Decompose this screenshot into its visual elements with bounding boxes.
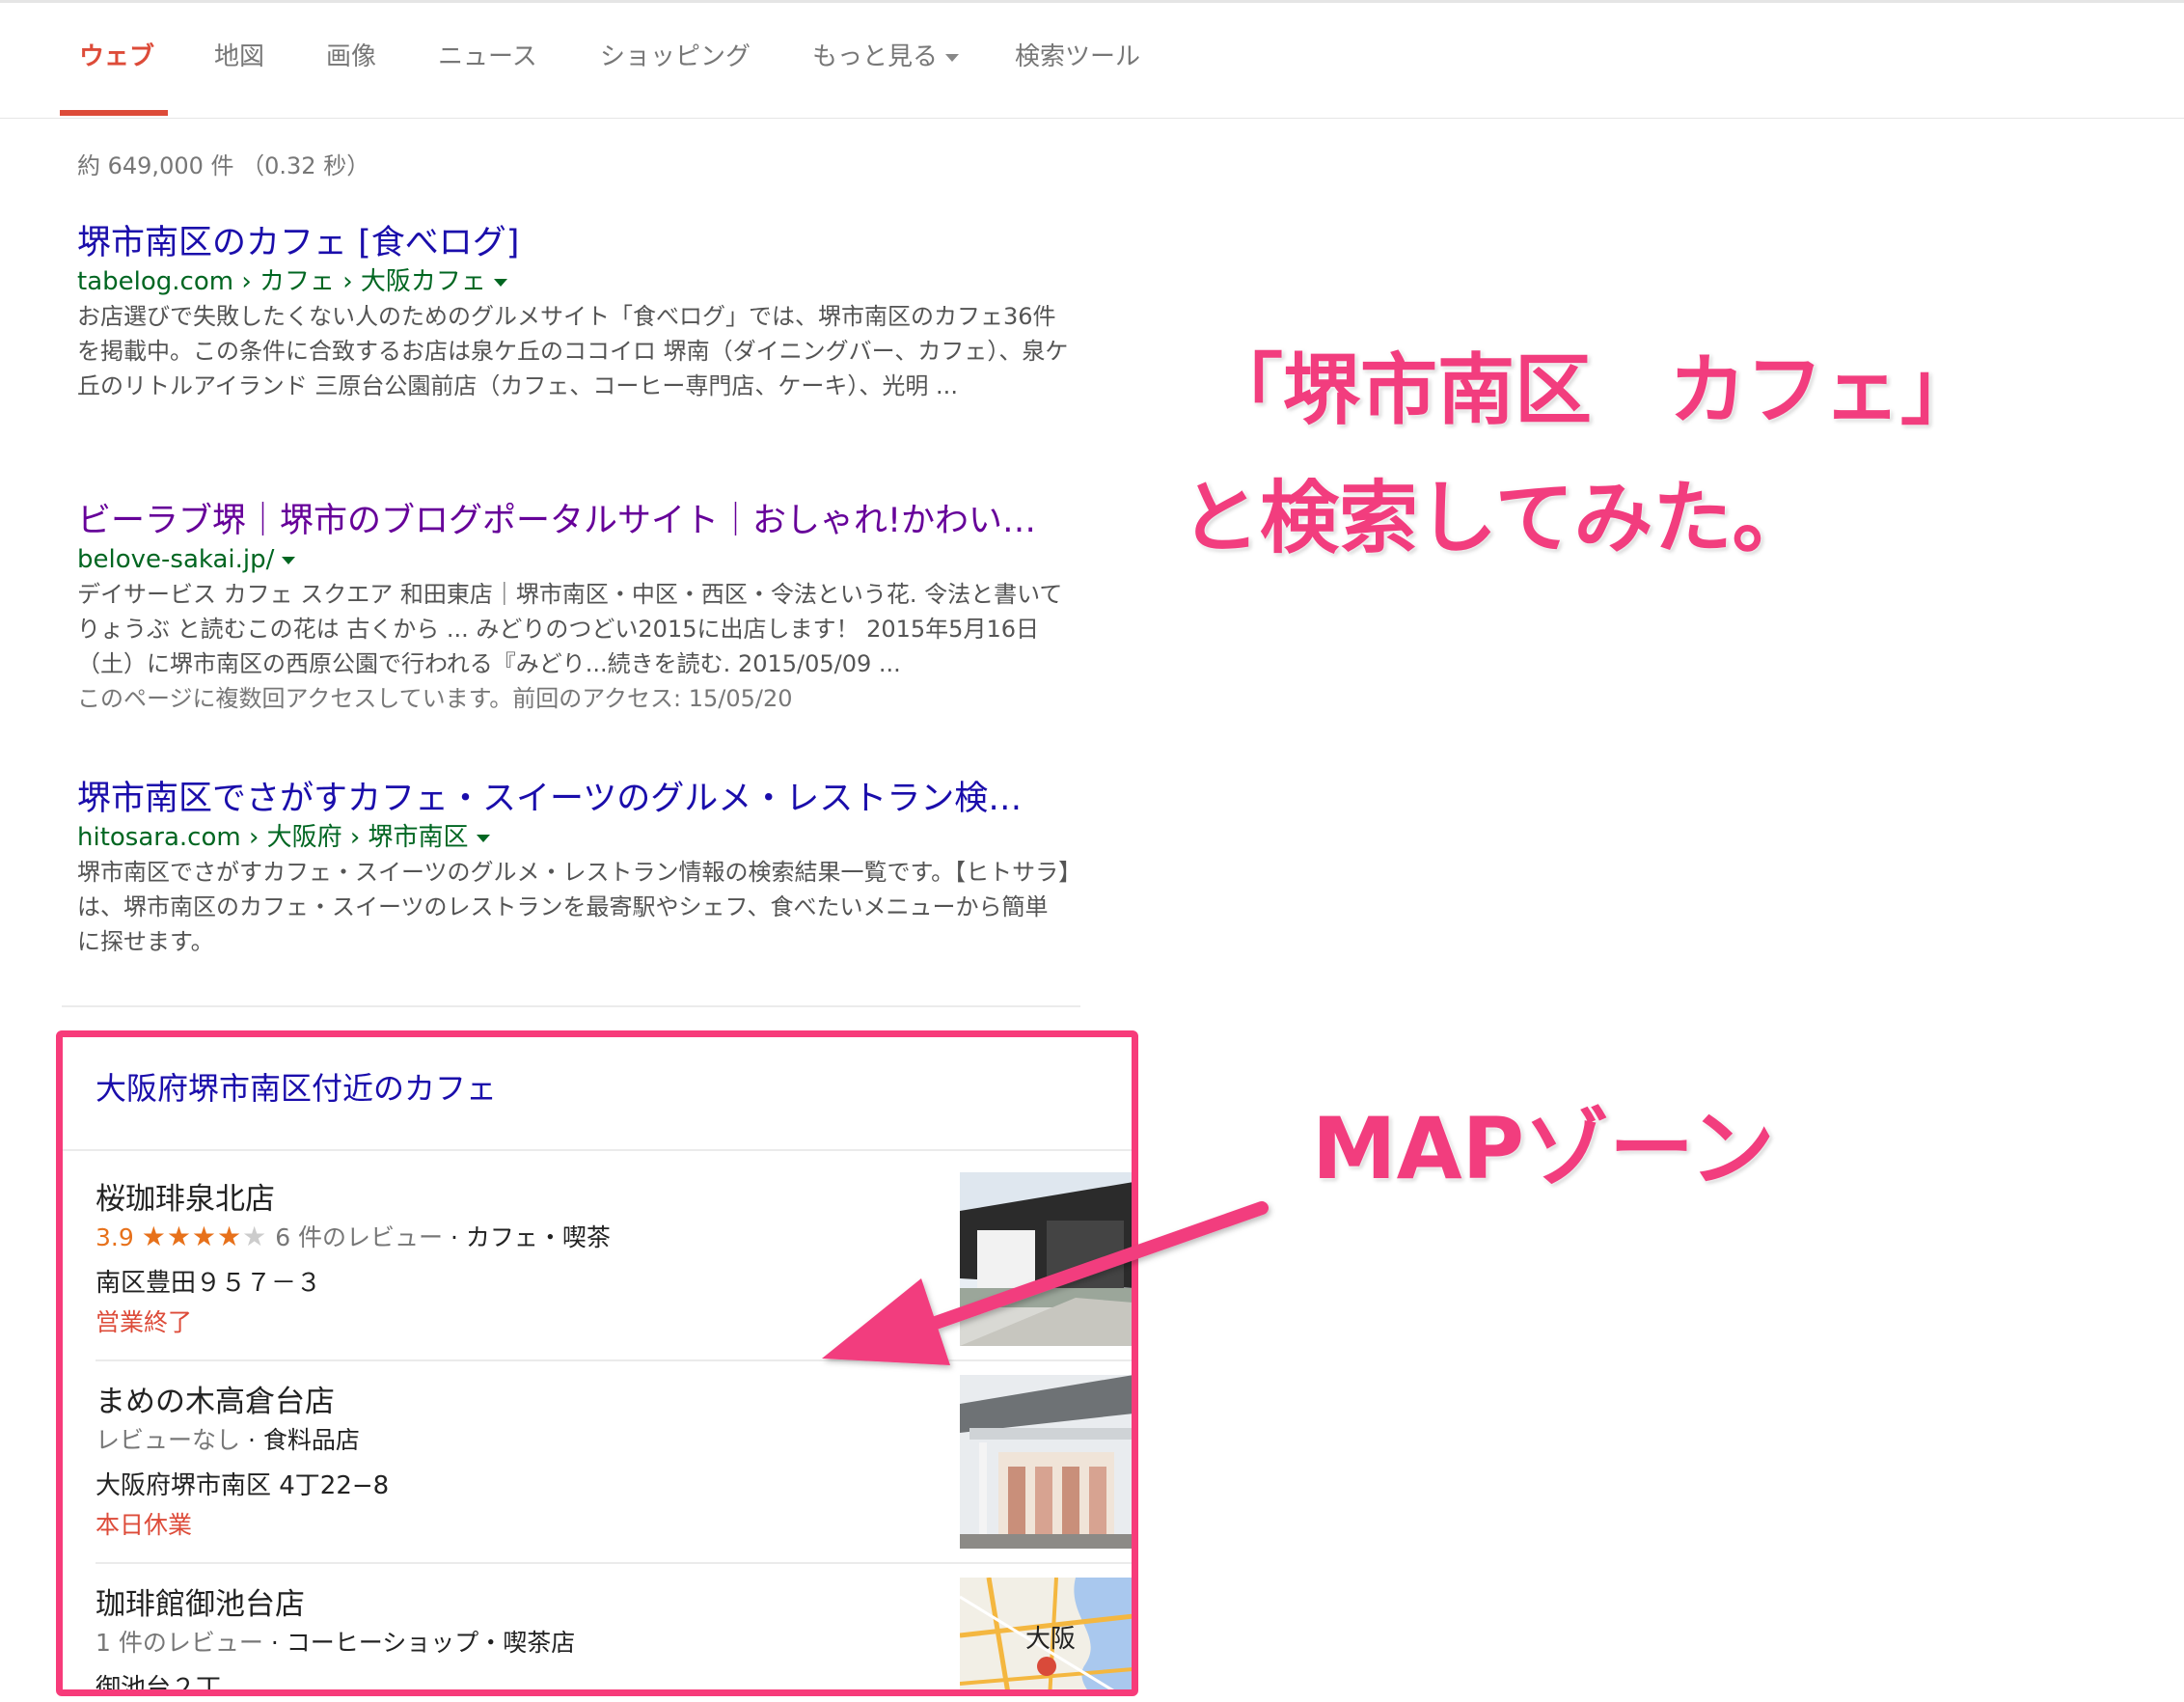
result-title-link[interactable]: 堺市南区でさがすカフェ・スイーツのグルメ・レストラン検… xyxy=(77,778,1071,820)
place-reviews[interactable]: 6 件のレビュー xyxy=(275,1223,443,1251)
place-reviews: レビューなし xyxy=(96,1426,241,1454)
place-meta: 3.9 ★★★★★ 6 件のレビュー · カフェ・喫茶 xyxy=(96,1219,611,1253)
result-url-text: hitosara.com › 大阪府 › 堺市南区 xyxy=(77,823,469,852)
annotation-search-query: 「堺市南区 カフェ」 xyxy=(1206,345,1978,435)
tab-news[interactable]: ニュース xyxy=(438,37,537,72)
tab-more-label: もっと見る xyxy=(812,42,939,71)
place-name[interactable]: 珈琲館御池台店 xyxy=(96,1579,305,1623)
annotation-map-zone: MAPゾーン xyxy=(1312,1099,1775,1198)
place-name[interactable]: まめの木高倉台店 xyxy=(96,1377,335,1420)
search-result: 堺市南区のカフェ [食べログ] tabelog.com › カフェ › 大阪カフ… xyxy=(77,222,1071,403)
place-reviews[interactable]: 1 件のレビュー xyxy=(96,1629,263,1657)
local-place[interactable]: 桜珈琲泉北店 3.9 ★★★★★ 6 件のレビュー · カフェ・喫茶 南区豊田９… xyxy=(96,1161,1132,1361)
search-result: ビーラブ堺｜堺市のブログポータルサイト｜おしゃれ!かわい… belove-sak… xyxy=(77,500,1071,716)
place-map-thumbnail[interactable]: 大阪 xyxy=(960,1578,1132,1689)
stars-empty: ★ xyxy=(242,1221,268,1252)
result-url-text: tabelog.com › カフェ › 大阪カフェ xyxy=(77,267,486,296)
tab-maps[interactable]: 地図 xyxy=(214,37,264,72)
results-divider xyxy=(62,1005,1080,1007)
local-results-title[interactable]: 大阪府堺市南区付近のカフェ xyxy=(96,1064,497,1109)
url-dropdown-icon[interactable] xyxy=(493,278,507,287)
place-status: 営業終了 xyxy=(96,1308,193,1336)
active-tab-indicator xyxy=(60,110,168,116)
category-separator: · xyxy=(270,1629,279,1657)
category-separator: · xyxy=(450,1223,458,1251)
url-dropdown-icon[interactable] xyxy=(476,834,490,842)
map-city-label: 大阪 xyxy=(1025,1625,1076,1654)
place-address: 南区豊田９５７－３ xyxy=(96,1269,322,1298)
chevron-down-icon xyxy=(945,53,960,62)
place-address: 大阪府堺市南区 4丁22−8 xyxy=(96,1471,390,1500)
tab-images[interactable]: 画像 xyxy=(326,37,376,72)
place-divider xyxy=(96,1359,1132,1361)
search-result: 堺市南区でさがすカフェ・スイーツのグルメ・レストラン検… hitosara.co… xyxy=(77,778,1071,959)
local-place[interactable]: 珈琲館御池台店 1 件のレビュー · コーヒーショップ・喫茶店 御池台２丁 大阪 xyxy=(96,1566,1132,1696)
result-url: hitosara.com › 大阪府 › 堺市南区 xyxy=(77,820,1071,855)
local-results-box: 大阪府堺市南区付近のカフェ 桜珈琲泉北店 3.9 ★★★★★ 6 件のレビュー … xyxy=(56,1030,1138,1696)
place-name[interactable]: 桜珈琲泉北店 xyxy=(96,1174,275,1218)
place-divider xyxy=(96,1562,1132,1564)
place-rating: 3.9 xyxy=(96,1223,134,1251)
result-title-link[interactable]: 堺市南区のカフェ [食べログ] xyxy=(77,222,1071,264)
annotation-search-caption: と検索してみた。 xyxy=(1181,473,1812,564)
url-dropdown-icon[interactable] xyxy=(282,556,296,564)
result-snippet: 堺市南区でさがすカフェ・スイーツのグルメ・レストラン情報の検索結果一覧です。【ヒ… xyxy=(77,859,1071,955)
result-stats: 約 649,000 件 （0.32 秒） xyxy=(77,152,370,179)
result-url-text: belove-sakai.jp/ xyxy=(77,545,275,574)
place-meta: レビューなし · 食料品店 xyxy=(96,1421,360,1456)
result-url: tabelog.com › カフェ › 大阪カフェ xyxy=(77,264,1071,299)
place-category: コーヒーショップ・喫茶店 xyxy=(286,1629,576,1657)
result-title-link[interactable]: ビーラブ堺｜堺市のブログポータルサイト｜おしゃれ!かわい… xyxy=(77,500,1071,542)
place-category: 食料品店 xyxy=(262,1426,360,1454)
local-title-divider xyxy=(63,1149,1132,1151)
result-url: belove-sakai.jp/ xyxy=(77,542,1071,577)
result-snippet: デイサービス カフェ スクエア 和田東店｜堺市南区・中区・西区・令法という花. … xyxy=(77,581,1063,677)
category-separator: · xyxy=(247,1426,256,1454)
star-rating-icon: ★★★★★ xyxy=(142,1221,268,1252)
place-meta: 1 件のレビュー · コーヒーショップ・喫茶店 xyxy=(96,1624,575,1659)
tab-more[interactable]: もっと見る xyxy=(812,37,960,72)
place-category: カフェ・喫茶 xyxy=(465,1223,611,1251)
place-photo[interactable] xyxy=(960,1375,1132,1549)
tab-search-tools[interactable]: 検索ツール xyxy=(1015,37,1140,72)
result-snippet: お店選びで失敗したくない人のためのグルメサイト「食べログ」では、堺市南区のカフェ… xyxy=(77,303,1069,399)
place-address: 御池台２丁 xyxy=(96,1674,222,1696)
tab-shopping[interactable]: ショッピング xyxy=(600,37,751,72)
visited-note: このページに複数回アクセスしています。前回のアクセス: 15/05/20 xyxy=(77,685,793,712)
search-tabs: ウェブ 地図 画像 ニュース ショッピング もっと見る 検索ツール xyxy=(0,0,2184,119)
place-status: 本日休業 xyxy=(96,1511,193,1539)
tab-web[interactable]: ウェブ xyxy=(79,37,154,72)
place-photo[interactable] xyxy=(960,1172,1132,1346)
local-place[interactable]: まめの木高倉台店 レビューなし · 食料品店 大阪府堺市南区 4丁22−8 本日… xyxy=(96,1363,1132,1564)
stars-filled: ★★★★ xyxy=(141,1221,243,1252)
